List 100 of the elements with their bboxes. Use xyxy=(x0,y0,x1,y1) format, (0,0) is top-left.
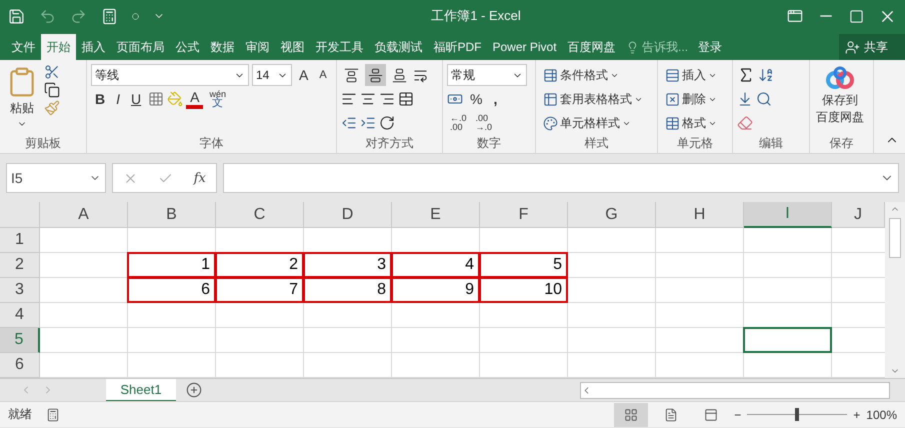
sort-icon[interactable] xyxy=(758,67,774,83)
maximize-icon[interactable] xyxy=(849,8,864,24)
align-right-icon[interactable] xyxy=(379,91,395,107)
ribbon-tab[interactable]: 页面布局 xyxy=(111,34,170,60)
font-color-button[interactable]: A xyxy=(186,89,204,109)
active-cell[interactable] xyxy=(743,327,832,353)
column-header[interactable]: C xyxy=(216,202,304,228)
table-cell[interactable]: 1 xyxy=(127,252,216,278)
wrap-text-icon[interactable] xyxy=(413,68,428,82)
ribbon-tab[interactable]: 公式 xyxy=(170,34,205,60)
table-cell[interactable]: 8 xyxy=(303,277,392,303)
zoom-in-button[interactable]: + xyxy=(853,408,860,422)
row-header[interactable]: 5 xyxy=(0,328,40,353)
horizontal-scrollbar[interactable] xyxy=(580,382,890,398)
decrease-indent-icon[interactable] xyxy=(341,115,357,131)
zoom-level[interactable]: 100% xyxy=(866,408,897,422)
save-icon[interactable] xyxy=(8,8,25,24)
ribbon-tab[interactable]: 数据 xyxy=(205,34,240,60)
ribbon-tab[interactable]: 审阅 xyxy=(240,34,275,60)
styles-menu-button[interactable]: 条件格式 xyxy=(540,64,646,86)
ribbon-display-icon[interactable] xyxy=(787,8,803,24)
save-to-cloud-button[interactable]: 保存到 百度网盘 xyxy=(814,64,866,133)
sheet-tab[interactable]: Sheet1 xyxy=(106,378,176,402)
row-header[interactable]: 2 xyxy=(0,253,40,278)
percent-button[interactable]: % xyxy=(466,91,486,107)
formula-field[interactable] xyxy=(223,163,899,193)
ribbon-tab[interactable]: 开发工具 xyxy=(310,34,369,60)
column-header[interactable]: J xyxy=(832,202,885,228)
share-button[interactable]: 共享 xyxy=(839,34,905,60)
cells-menu-button[interactable]: 插入 xyxy=(662,64,720,86)
ribbon-tab[interactable]: 文件 xyxy=(6,34,41,60)
name-box[interactable]: I5 xyxy=(6,163,106,193)
styles-menu-button[interactable]: 套用表格格式 xyxy=(540,88,646,110)
font-name-field[interactable]: 等线 xyxy=(91,64,249,86)
table-cell[interactable]: 3 xyxy=(303,252,392,278)
row-header[interactable]: 1 xyxy=(0,228,40,253)
row-header[interactable]: 6 xyxy=(0,353,40,378)
zoom-slider-thumb[interactable] xyxy=(795,408,800,421)
shrink-font-button[interactable]: A xyxy=(315,69,331,81)
underline-button[interactable]: U xyxy=(127,91,146,107)
zoom-out-button[interactable]: − xyxy=(734,408,742,422)
ribbon-tab[interactable]: 视图 xyxy=(275,34,310,60)
merge-icon[interactable] xyxy=(398,91,414,107)
decrease-decimal-button[interactable]: .00 →.0 xyxy=(472,114,496,132)
column-header[interactable]: F xyxy=(480,202,568,228)
bold-button[interactable]: B xyxy=(91,91,110,107)
fill-color-icon[interactable] xyxy=(167,91,184,107)
font-size-field[interactable]: 14 xyxy=(252,64,292,86)
vertical-align-button[interactable] xyxy=(365,64,386,86)
table-cell[interactable]: 9 xyxy=(391,277,480,303)
eraser-icon[interactable] xyxy=(737,115,753,131)
cut-icon[interactable] xyxy=(44,64,60,80)
ribbon-tab[interactable]: Power Pivot xyxy=(487,34,562,60)
cells-menu-button[interactable]: 删除 xyxy=(662,88,720,110)
vertical-scrollbar-thumb[interactable] xyxy=(889,218,901,258)
new-sheet-icon[interactable] xyxy=(186,382,202,398)
increase-indent-icon[interactable] xyxy=(360,115,376,131)
copy-icon[interactable] xyxy=(44,82,60,98)
paste-button[interactable]: 粘贴 xyxy=(4,64,40,133)
column-header[interactable]: A xyxy=(40,202,128,228)
column-header[interactable]: B xyxy=(128,202,216,228)
orientation-icon[interactable] xyxy=(379,115,395,131)
table-cell[interactable]: 4 xyxy=(391,252,480,278)
undo-icon[interactable] xyxy=(39,8,56,24)
column-header[interactable]: D xyxy=(304,202,392,228)
column-header[interactable]: I xyxy=(744,202,832,228)
phonetic-button[interactable]: wén 文 xyxy=(206,90,229,108)
increase-decimal-button[interactable]: ←.0 .00 xyxy=(447,114,470,132)
italic-button[interactable]: I xyxy=(112,91,124,107)
number-format-field[interactable]: 常规 xyxy=(447,64,527,86)
normal-view-button[interactable] xyxy=(614,402,648,426)
ribbon-tab[interactable]: 开始 xyxy=(41,34,76,60)
column-header[interactable]: G xyxy=(568,202,656,228)
ribbon-tab[interactable]: 福昕PDF xyxy=(428,34,487,60)
table-cell[interactable]: 6 xyxy=(127,277,216,303)
grow-font-button[interactable]: A xyxy=(295,67,312,83)
styles-menu-button[interactable]: 单元格样式 xyxy=(540,112,646,134)
align-left-icon[interactable] xyxy=(341,91,357,107)
middle-align-icon xyxy=(368,68,383,82)
row-header[interactable]: 4 xyxy=(0,303,40,328)
search-icon[interactable] xyxy=(756,91,772,107)
comma-button[interactable]: , xyxy=(489,91,502,107)
cells-menu-button[interactable]: 格式 xyxy=(662,112,720,134)
sign-in-link[interactable]: 登录 xyxy=(693,34,728,60)
dot-icon[interactable] xyxy=(132,12,139,20)
column-header[interactable]: H xyxy=(656,202,744,228)
ribbon-tab[interactable]: 百度网盘 xyxy=(562,34,622,60)
grid-icon xyxy=(624,408,638,422)
ribbon-tab[interactable]: 负载测试 xyxy=(369,34,428,60)
ribbon-tab[interactable]: 插入 xyxy=(76,34,111,60)
table-cell[interactable]: 10 xyxy=(479,277,568,303)
row-header[interactable]: 3 xyxy=(0,278,40,303)
column-header[interactable]: E xyxy=(392,202,480,228)
borders-icon[interactable] xyxy=(148,91,164,107)
align-center-icon[interactable] xyxy=(360,91,376,107)
table-cell[interactable]: 5 xyxy=(479,252,568,278)
redo-icon[interactable] xyxy=(70,8,87,24)
insert-function-button[interactable]: fx xyxy=(194,170,206,186)
table-cell[interactable]: 7 xyxy=(215,277,304,303)
table-cell[interactable]: 2 xyxy=(215,252,304,278)
